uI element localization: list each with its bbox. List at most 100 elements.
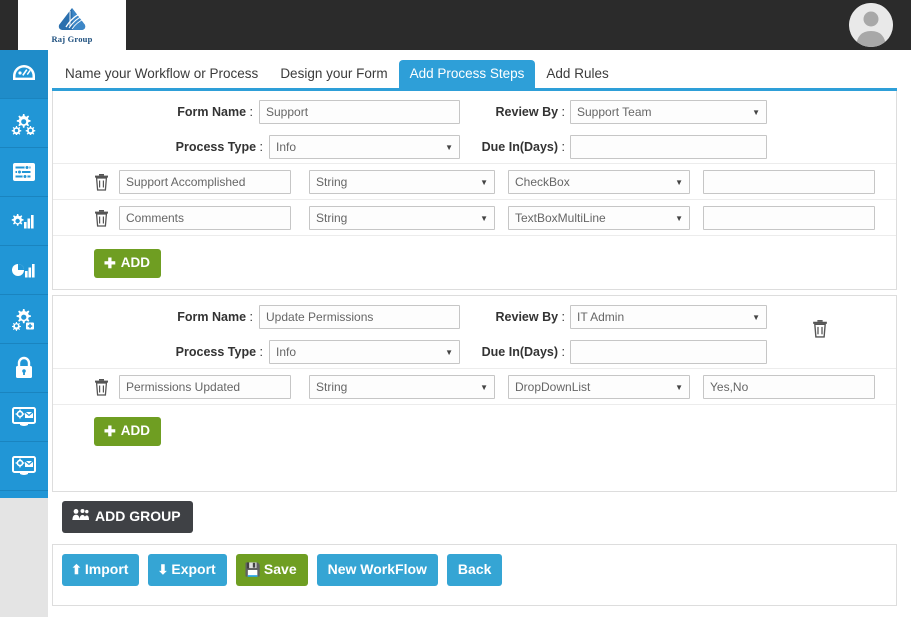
table-row: Support Accomplished String CheckBox: [53, 163, 896, 199]
table-row: Permissions Updated String DropDownList …: [53, 368, 896, 404]
due-in-days-label-1: Due In(Days) :: [465, 135, 565, 159]
gear-bar-chart-icon: [11, 210, 37, 232]
trash-icon: [94, 173, 109, 191]
section-1-field-rows: Support Accomplished String CheckBox: [53, 163, 896, 236]
add-field-button-1[interactable]: ✚ ADD: [94, 249, 161, 278]
process-type-select-1[interactable]: Info: [269, 135, 460, 159]
section-2-field-rows: Permissions Updated String DropDownList …: [53, 368, 896, 405]
section-2-form-header: Form Name : Update Permissions Review By…: [53, 296, 896, 368]
field-value-input[interactable]: [703, 206, 875, 230]
section-1-form-header: Form Name : Support Review By : Support …: [53, 91, 896, 163]
sidebar-item-settings-cogs[interactable]: [0, 99, 48, 148]
field-name-input[interactable]: Comments: [119, 206, 291, 230]
action-buttons: ⬆ Import ⬇ Export 💾 Save New WorkFlow: [62, 554, 502, 586]
export-button[interactable]: ⬇ Export: [148, 554, 226, 586]
field-control-select[interactable]: CheckBox: [508, 170, 690, 194]
review-by-label-2: Review By :: [485, 305, 565, 329]
gear-plus-icon: [11, 307, 37, 331]
new-workflow-button[interactable]: New WorkFlow: [317, 554, 438, 586]
form-name-label-1: Form Name :: [169, 100, 253, 124]
form-name-input-2[interactable]: Update Permissions: [259, 305, 460, 329]
arrow-down-icon: ⬇: [157, 561, 168, 578]
monitor-mail-settings-icon: [11, 405, 37, 429]
plus-icon: ✚: [104, 423, 116, 439]
table-row: Comments String TextBoxMultiLine: [53, 199, 896, 235]
back-label: Back: [458, 561, 491, 578]
export-label: Export: [171, 561, 215, 578]
due-in-days-input-2[interactable]: [570, 340, 767, 364]
due-in-days-label-2: Due In(Days) :: [465, 340, 565, 364]
tab-name-workflow[interactable]: Name your Workflow or Process: [54, 60, 269, 88]
form-name-label-2: Form Name :: [169, 305, 253, 329]
import-button[interactable]: ⬆ Import: [62, 554, 139, 586]
add-field-button-2[interactable]: ✚ ADD: [94, 417, 161, 446]
delete-section-icon[interactable]: [812, 319, 828, 338]
sidebar-item-messages[interactable]: [0, 442, 48, 491]
due-in-days-input-1[interactable]: [570, 135, 767, 159]
add-field-label-2: ADD: [121, 423, 150, 439]
add-field-label-1: ADD: [121, 255, 150, 271]
form-name-input-1[interactable]: Support: [259, 100, 460, 124]
rows-bottom-divider: [53, 235, 896, 236]
plus-icon: ✚: [104, 255, 116, 271]
add-group-label: ADD GROUP: [95, 508, 181, 525]
monitor-mail-settings-alt-icon: [11, 454, 37, 478]
field-name-input[interactable]: Support Accomplished: [119, 170, 291, 194]
users-group-icon-svg: [72, 508, 89, 521]
process-step-section-1: Form Name : Support Review By : Support …: [52, 91, 897, 290]
import-label: Import: [85, 561, 129, 578]
delete-row-icon[interactable]: [94, 173, 109, 191]
save-button[interactable]: 💾 Save: [236, 554, 308, 586]
sidebar-item-preferences[interactable]: [0, 148, 48, 197]
trash-icon: [812, 319, 828, 338]
floppy-disk-icon: 💾: [245, 561, 261, 578]
new-workflow-label: New WorkFlow: [328, 561, 427, 578]
rows-bottom-divider: [53, 404, 896, 405]
field-value-input[interactable]: Yes,No: [703, 375, 875, 399]
process-steps-page: Name your Workflow or Process Design you…: [48, 50, 893, 610]
process-type-label-2: Process Type :: [169, 340, 263, 364]
delete-row-icon[interactable]: [94, 209, 109, 227]
user-avatar-icon: [849, 3, 893, 47]
lock-icon: [13, 356, 35, 380]
pie-bar-chart-icon: [11, 259, 37, 281]
tab-add-rules[interactable]: Add Rules: [535, 60, 619, 88]
process-step-section-2: Form Name : Update Permissions Review By…: [52, 295, 897, 492]
avatar[interactable]: [849, 3, 893, 47]
logo-text: Raj Group: [51, 34, 92, 44]
save-label: Save: [264, 561, 297, 578]
review-by-select-1[interactable]: Support Team: [570, 100, 767, 124]
cogs-icon: [11, 111, 37, 135]
app-logo[interactable]: Raj Group: [18, 0, 126, 50]
sliders-settings-icon: [11, 161, 37, 183]
back-button[interactable]: Back: [447, 554, 502, 586]
field-control-select[interactable]: TextBoxMultiLine: [508, 206, 690, 230]
review-by-label-1: Review By :: [485, 100, 565, 124]
delete-row-icon[interactable]: [94, 378, 109, 396]
left-icon-sidebar: [0, 50, 48, 498]
process-type-label-1: Process Type :: [169, 135, 263, 159]
bottom-action-bar: ⬆ Import ⬇ Export 💾 Save New WorkFlow: [52, 544, 897, 606]
field-type-select[interactable]: String: [309, 170, 495, 194]
field-value-input[interactable]: [703, 170, 875, 194]
field-type-select[interactable]: String: [309, 375, 495, 399]
workflow-tabs: Name your Workflow or Process Design you…: [54, 59, 620, 88]
users-group-icon: [72, 508, 89, 525]
workflow-builder-app: Raj Group: [0, 0, 911, 617]
sidebar-item-analytics[interactable]: [0, 246, 48, 295]
field-name-input[interactable]: Permissions Updated: [119, 375, 291, 399]
field-control-select[interactable]: DropDownList: [508, 375, 690, 399]
add-group-button[interactable]: ADD GROUP: [62, 501, 193, 533]
top-header-bar: Raj Group: [0, 0, 911, 50]
tab-add-process-steps[interactable]: Add Process Steps: [399, 60, 536, 88]
review-by-select-2[interactable]: IT Admin: [570, 305, 767, 329]
arrow-up-icon: ⬆: [71, 561, 82, 578]
process-type-select-2[interactable]: Info: [269, 340, 460, 364]
sidebar-item-dashboard[interactable]: [0, 50, 48, 99]
sidebar-item-notifications[interactable]: [0, 393, 48, 442]
tab-design-form[interactable]: Design your Form: [269, 60, 398, 88]
sidebar-item-security[interactable]: [0, 344, 48, 393]
sidebar-item-report-settings[interactable]: [0, 197, 48, 246]
field-type-select[interactable]: String: [309, 206, 495, 230]
sidebar-item-add-config[interactable]: [0, 295, 48, 344]
